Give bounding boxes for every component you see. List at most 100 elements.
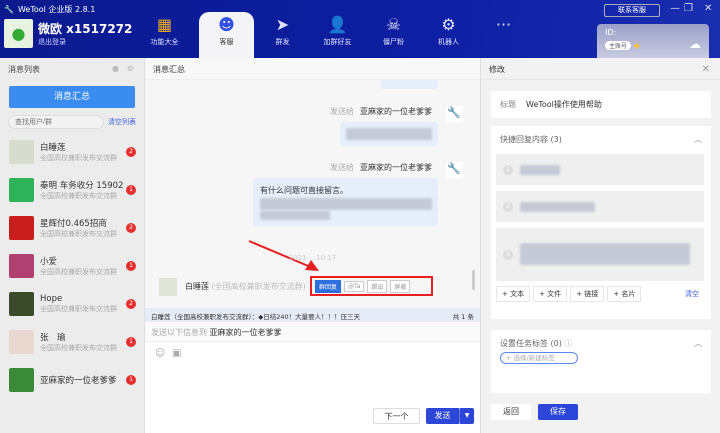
message-text: 有什么问题可直接留言。 [260, 186, 348, 195]
quick-reply-item[interactable]: 3 [496, 228, 704, 281]
contact-avatar [9, 329, 34, 354]
add-card-button[interactable]: + 名片 [607, 286, 642, 302]
message-editor[interactable]: ☺ ▣ 下一个 发送 ▼ [145, 342, 480, 433]
contact-avatar [9, 291, 34, 316]
list-item[interactable]: 张 瑜全国高校兼职发布交流群 1 [0, 323, 144, 360]
robot-icon: ⚙ [441, 15, 456, 34]
close-icon[interactable]: ✕ [702, 64, 710, 75]
title-bar: 🔧 WeTool 企业版 2.8.1 ● 微欧 x1517272 退出登录 ▦ 功能… [0, 0, 720, 58]
chevron-up-icon[interactable]: ︿ [694, 338, 702, 349]
add-buttons: + 文本 + 文件 + 链接 + 名片 [496, 286, 644, 302]
minimize-button[interactable]: — [670, 3, 680, 14]
add-text-button[interactable]: + 文本 [496, 286, 531, 302]
user-name: 微欧 x1517272 [38, 22, 133, 36]
list-item[interactable]: 小爱 全国高校兼职发布交流群 1 [0, 247, 144, 284]
avatar: ● [4, 19, 33, 48]
diamond-icon: ◆ [633, 41, 640, 50]
unread-badge: 1 [126, 375, 136, 385]
contact-avatar [9, 215, 34, 240]
chevron-up-icon[interactable]: ︿ [694, 134, 702, 145]
send-target: 发送以下信息到 亚麻家的一位老爹爹 [145, 322, 480, 342]
title-field[interactable]: 标题 WeTool操作使用帮助 [491, 91, 711, 118]
list-item[interactable]: 亚麻家的一位老爹爹 1 [0, 361, 144, 398]
group-avatar [159, 278, 177, 296]
scrollbar[interactable] [472, 270, 475, 290]
tab-broadcast[interactable]: ➤ 群发 [255, 12, 310, 58]
quick-reply-item[interactable]: 1 [496, 154, 704, 185]
wrench-logo-icon: 🔧 [4, 5, 14, 14]
sender-line: 发送给 亚麻家的一位老爹爹 [330, 163, 432, 172]
maximize-button[interactable]: ❐ [684, 3, 693, 14]
contact-avatar [9, 253, 34, 278]
unread-badge: 2 [126, 147, 136, 157]
task-tags-section: 设置任务标签 (0) ⓘ ︿ + 选择/新建标签 [491, 330, 711, 393]
item-number: 2 [503, 201, 513, 212]
account-card: ID: 主账号 ◆ ☁ [597, 24, 709, 58]
save-button[interactable]: 保存 [538, 404, 578, 420]
list-item[interactable]: Hope 全国高校兼职发布交流群 2 [0, 285, 144, 322]
unread-badge: 1 [126, 185, 136, 195]
clear-link[interactable]: 清空 [685, 289, 699, 299]
grid-icon: ▦ [156, 15, 173, 34]
message-list-panel: 消息列表 ● ⚙ 消息汇总 清空列表 白睡莲全国高校兼职发布交流群2秦明 车务收分 … [0, 58, 145, 433]
clear-list-link[interactable]: 清空列表 [108, 117, 136, 127]
tab-customer-service[interactable]: ☻ 客服 [199, 12, 254, 58]
add-file-button[interactable]: + 文件 [533, 286, 568, 302]
item-number: 1 [503, 164, 513, 175]
group-sender: 白睡莲 (全国高校兼职发布交流群) [185, 282, 306, 291]
contact-avatar [9, 367, 34, 392]
help-icon[interactable]: ⓘ [564, 339, 572, 348]
gear-icon[interactable]: ⚙ [127, 64, 134, 73]
wrench-avatar-icon: 🔧 [446, 106, 462, 122]
skull-icon: ☠ [386, 15, 401, 34]
contact-avatar [9, 139, 34, 164]
unread-badge: 2 [126, 299, 136, 309]
tab-features[interactable]: ▦ 功能大全 [137, 12, 192, 58]
chat-panel: 消息汇总 发送给 亚麻家的一位老爹爹 🔧 发送给 亚麻家的一位老爹爹 🔧 有什么问题… [145, 58, 480, 433]
add-link-button[interactable]: + 链接 [570, 286, 605, 302]
close-button[interactable]: ✕ [704, 3, 712, 14]
panel-title: 消息列表 [8, 65, 40, 74]
more-icon: ··· [495, 15, 512, 34]
unread-badge: 1 [126, 261, 136, 271]
back-button[interactable]: 返回 [491, 404, 531, 420]
chat-icon[interactable]: ● [112, 64, 119, 73]
search-input[interactable] [8, 115, 104, 129]
emoji-icon[interactable]: ☺ [155, 348, 165, 359]
unread-badge: 1 [126, 337, 136, 347]
timestamp: 2021-…10:17 [288, 254, 337, 262]
message-summary-button[interactable]: 消息汇总 [9, 86, 135, 108]
app-title: 🔧 WeTool 企业版 2.8.1 [4, 5, 96, 14]
tag-select[interactable]: + 选择/新建标签 [500, 352, 578, 364]
unread-badge: 2 [126, 223, 136, 233]
contact-support-button[interactable]: 联系客服 [604, 4, 660, 17]
mention-button[interactable]: @Ta [344, 280, 365, 292]
send-icon: ➤ [275, 15, 290, 34]
add-user-icon: 👤 [327, 15, 348, 34]
tab-zombie-fans[interactable]: ☠ 僵尸粉 [366, 12, 421, 58]
account-badge: 主账号 [605, 41, 632, 50]
quick-actions: 群回复 @Ta 踢出 屏蔽 [310, 276, 433, 296]
list-item[interactable]: 白睡莲 全国高校兼职发布交流群 2 [0, 133, 144, 170]
item-number: 3 [503, 249, 513, 260]
quick-reply-item[interactable]: 2 [496, 191, 704, 222]
send-button[interactable]: 发送 [426, 408, 459, 424]
list-item[interactable]: 星辉付0.465招商 全国高校兼职发布交流群 2 [0, 209, 144, 246]
next-button[interactable]: 下一个 [373, 408, 420, 424]
contact-avatar [9, 177, 34, 202]
kick-button[interactable]: 踢出 [367, 279, 388, 293]
block-button[interactable]: 屏蔽 [390, 279, 411, 293]
group-reply-button[interactable]: 群回复 [315, 279, 342, 293]
chat-title: 消息汇总 [145, 58, 480, 80]
tab-more[interactable]: ··· [476, 12, 531, 58]
tab-robot[interactable]: ⚙ 机器人 [421, 12, 476, 58]
logout-link[interactable]: 退出登录 [38, 37, 66, 47]
send-options-dropdown[interactable]: ▼ [459, 408, 474, 424]
image-icon[interactable]: ▣ [172, 348, 181, 359]
edit-panel: 修改 ✕ 标题 WeTool操作使用帮助 快捷回复内容 (3) ︿ 123 + 文本 +… [480, 58, 720, 433]
notice-bar[interactable]: 白睡莲（全国高校兼职发布交流群）：◆日结240！大量要人！！！压三天共 1 条 [145, 308, 480, 322]
cloud-icon: ☁ [689, 37, 701, 51]
sender-line: 发送给 亚麻家的一位老爹爹 [330, 107, 432, 116]
list-item[interactable]: 秦明 车务收分 15902 全国高校兼职发布交流群 1 [0, 171, 144, 208]
tab-add-friends[interactable]: 👤 加群好友 [310, 12, 365, 58]
